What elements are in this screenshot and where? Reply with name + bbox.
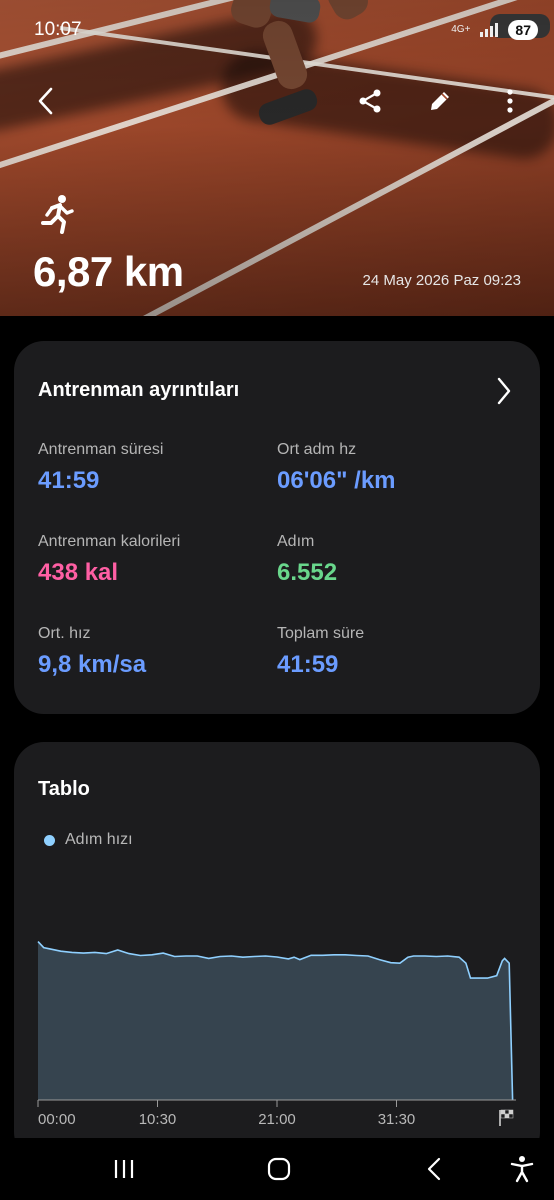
- cadence-chart: 00:00 10:30 21:00 31:30: [37, 941, 516, 1128]
- edit-icon[interactable]: [424, 85, 456, 117]
- stat-label: Antrenman kalorileri: [38, 533, 181, 550]
- back-icon[interactable]: [30, 85, 62, 117]
- network-indicator: 4G+: [451, 24, 471, 35]
- workout-datetime: 24 May 2026 Paz 09:23: [362, 272, 521, 289]
- top-toolbar: [30, 84, 526, 118]
- stat-label: Adım: [277, 533, 315, 550]
- stat-calories: Antrenman kalorileri 438 kal: [38, 533, 268, 587]
- workout-details-card[interactable]: Antrenman ayrıntıları Antrenman süresi 4…: [14, 341, 540, 714]
- recent-apps-icon[interactable]: [106, 1152, 142, 1186]
- stat-label: Ort adm hz: [277, 441, 357, 458]
- stat-avg-pace: Ort adm hz 06'06" /km: [277, 441, 507, 495]
- stat-total-time: Toplam süre 41:59: [277, 625, 507, 679]
- stat-label: Toplam süre: [277, 625, 365, 642]
- series-area-0: [38, 941, 513, 1100]
- stat-value: 41:59: [277, 651, 339, 678]
- stat-workout-duration: Antrenman süresi 41:59: [38, 441, 268, 495]
- status-time: 10:07: [34, 19, 82, 40]
- x-tick-label: 31:30: [378, 1111, 416, 1128]
- stat-steps: Adım 6.552: [277, 533, 507, 587]
- x-tick-label: 21:00: [258, 1111, 296, 1128]
- stat-value: 6.552: [277, 559, 338, 586]
- x-tick-label: 00:00: [38, 1111, 76, 1128]
- stat-value: 06'06" /km: [277, 467, 396, 494]
- workout-details-title: Antrenman ayrıntıları: [38, 379, 240, 401]
- total-distance: 6,87 km: [33, 248, 184, 295]
- navigation-bar: [0, 1138, 554, 1200]
- chart-card: Tablo Adım hızı 00:00 10:30 21:00 31:30: [14, 742, 540, 1162]
- running-person-icon: [38, 194, 74, 234]
- share-icon[interactable]: [354, 85, 386, 117]
- x-tick-label: 10:30: [139, 1111, 177, 1128]
- back-nav-icon[interactable]: [416, 1152, 452, 1186]
- finish-flag-icon: [499, 1109, 514, 1126]
- status-bar: 10:07 4G+ 87: [34, 18, 538, 42]
- stat-label: Ort. hız: [38, 625, 91, 642]
- accessibility-icon[interactable]: [504, 1152, 540, 1186]
- stat-label: Antrenman süresi: [38, 441, 164, 458]
- home-icon[interactable]: [261, 1152, 297, 1186]
- hero-image: 10:07 4G+ 87 6,87 km 24 May 2026 Paz 09:…: [0, 0, 554, 316]
- chevron-right-icon[interactable]: [496, 377, 512, 410]
- battery-indicator: 87: [508, 20, 538, 40]
- stat-avg-speed: Ort. hız 9,8 km/sa: [38, 625, 268, 679]
- signal-icon: [480, 23, 499, 37]
- stat-value: 41:59: [38, 467, 100, 494]
- stat-value: 438 kal: [38, 559, 119, 586]
- more-icon[interactable]: [494, 85, 526, 117]
- stat-value: 9,8 km/sa: [38, 651, 147, 678]
